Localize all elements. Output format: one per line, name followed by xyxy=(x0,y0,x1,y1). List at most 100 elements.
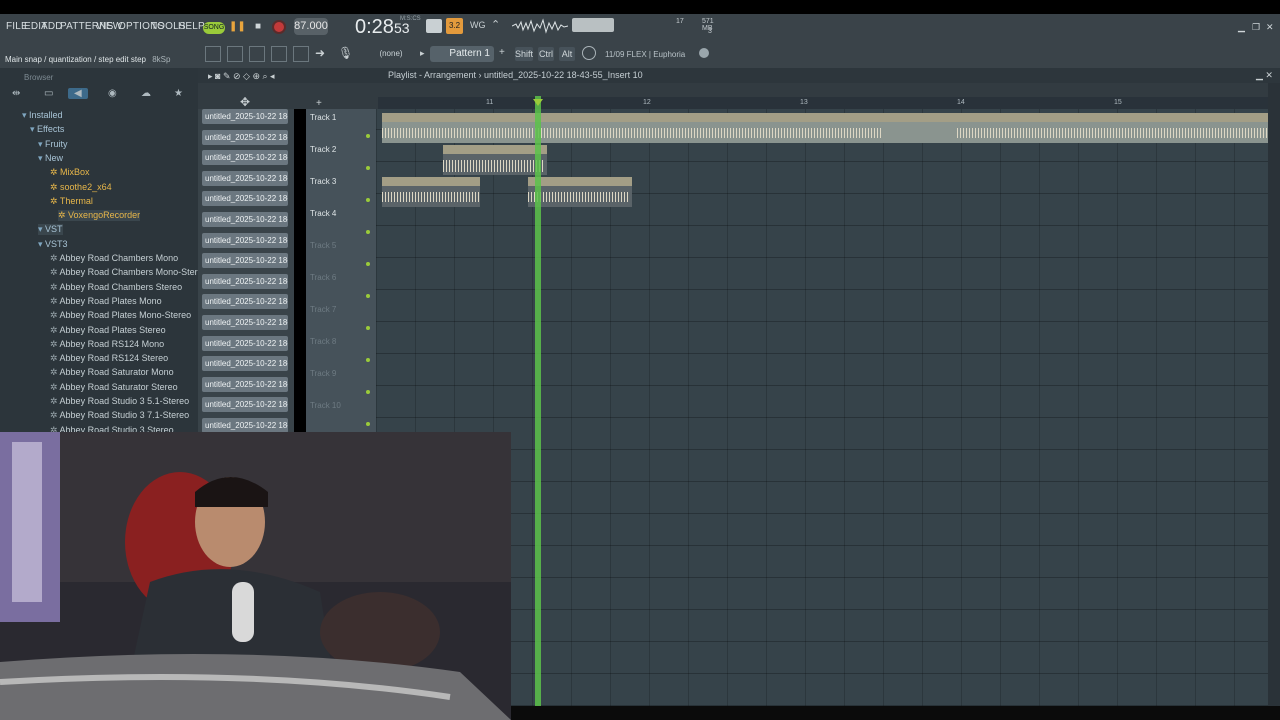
alt-button[interactable]: Alt xyxy=(559,47,575,61)
song-mode-toggle[interactable]: SONG xyxy=(203,22,225,34)
maximize-icon[interactable]: ❐ xyxy=(1252,22,1260,33)
pattern-select[interactable]: Pattern 1 xyxy=(430,46,494,62)
channel-button[interactable]: untitled_2025-10-22 18-... xyxy=(202,315,288,330)
timeline-ruler[interactable] xyxy=(378,97,1268,109)
track-mute-led[interactable] xyxy=(366,422,370,426)
track-mute-led[interactable] xyxy=(366,262,370,266)
master-volume-slider[interactable] xyxy=(572,18,614,32)
channel-button[interactable]: untitled_2025-10-22 18-... xyxy=(202,129,288,145)
tempo-display[interactable]: 87.000 xyxy=(294,18,328,35)
arrow-right-icon[interactable]: ➜ xyxy=(315,46,331,62)
browser-item[interactable]: ✲ Abbey Road Chambers Mono-Stereo xyxy=(50,267,198,278)
playlist-window-icon[interactable] xyxy=(205,46,221,62)
channel-button[interactable]: untitled_2025-10-22 18-... xyxy=(202,212,288,227)
microphone-icon[interactable]: 🎙 xyxy=(338,46,354,62)
browser-item[interactable]: ✲ Thermal xyxy=(50,196,93,207)
move-icon[interactable]: ✥ xyxy=(240,95,250,109)
track-header[interactable]: Track 5 xyxy=(310,241,336,250)
track-header[interactable]: Track 9 xyxy=(310,369,336,378)
channel-button[interactable]: untitled_2025-10-22 18-... xyxy=(202,376,288,392)
channel-button[interactable]: untitled_2025-10-22 18-... xyxy=(202,356,288,372)
browser-item[interactable]: ▾ VST3 xyxy=(38,239,68,250)
vertical-scrollbar[interactable] xyxy=(1268,83,1280,706)
browser-item[interactable]: ✲ Abbey Road RS124 Mono xyxy=(50,339,164,350)
playhead[interactable] xyxy=(535,96,541,710)
track-header[interactable]: Track 4 xyxy=(310,209,336,218)
browser-item[interactable]: ✲ soothe2_x64 xyxy=(50,182,112,193)
record-button[interactable] xyxy=(272,20,286,34)
track-mute-led[interactable] xyxy=(366,358,370,362)
audio-clip[interactable]: Instrumental E Minor 87 bpm xyxy=(382,113,1268,143)
browser-star-icon[interactable]: ★ xyxy=(174,88,183,99)
browser-item[interactable]: ✲ Abbey Road Saturator Stereo xyxy=(50,382,178,393)
browser-item[interactable]: ✲ Abbey Road Saturator Mono xyxy=(50,367,174,378)
track-mute-led[interactable] xyxy=(366,326,370,330)
audio-clip[interactable]: untitled_2025-...55_Insert 10 xyxy=(528,177,632,207)
browser-item[interactable]: ✲ Abbey Road Plates Mono-Stereo xyxy=(50,310,191,321)
browser-clock-icon[interactable]: ◉ xyxy=(108,88,117,99)
browser-item[interactable]: ✲ Abbey Road Plates Mono xyxy=(50,296,162,307)
pattern-prev-icon[interactable]: ▸ xyxy=(420,48,425,59)
sliders-icon[interactable] xyxy=(293,46,309,62)
stop-icon[interactable]: ■ xyxy=(251,20,265,34)
piano-roll-icon[interactable] xyxy=(227,46,243,62)
track-mute-led[interactable] xyxy=(366,294,370,298)
track-header[interactable]: Track 1 xyxy=(310,113,336,122)
browser-item[interactable]: ✲ Abbey Road Chambers Stereo xyxy=(50,282,182,293)
browser-item[interactable]: ▾ VST xyxy=(38,224,63,236)
channel-button[interactable]: untitled_2025-10-22 18-... xyxy=(202,294,288,310)
step-edit-icon[interactable]: 3.2 xyxy=(446,18,463,34)
browser-item[interactable]: ✲ MixBox xyxy=(50,167,90,178)
browser-item[interactable]: ▾ Fruity xyxy=(38,139,68,150)
track-mute-led[interactable] xyxy=(366,166,370,170)
menu-help[interactable]: HELP xyxy=(178,21,205,32)
playhead-marker-icon[interactable] xyxy=(533,99,543,106)
browser-item[interactable]: ✲ Abbey Road Plates Stereo xyxy=(50,325,166,336)
track-header[interactable]: Track 2 xyxy=(310,145,336,154)
browser-item[interactable]: ▾ Installed xyxy=(22,110,63,121)
channel-button[interactable]: untitled_2025-10-22 18-... xyxy=(202,150,288,166)
audio-clip[interactable]: untitled_2025...18_Insert 10 xyxy=(382,177,480,207)
browser-item[interactable]: ✲ Abbey Road Studio 3 Stereo xyxy=(50,425,174,432)
snap-select[interactable]: (none) xyxy=(370,47,412,61)
track-mute-led[interactable] xyxy=(366,390,370,394)
wait-icon[interactable]: WG xyxy=(470,20,486,32)
browser-collapse-icon[interactable]: ⇹ xyxy=(12,88,20,99)
close-icon[interactable]: ✕ xyxy=(1266,22,1274,33)
ctrl-button[interactable]: Ctrl xyxy=(538,47,554,61)
channel-button[interactable]: untitled_2025-10-22 18-... xyxy=(202,397,288,413)
browser-item[interactable]: ✲ Abbey Road Studio 3 7.1-Stereo xyxy=(50,410,189,421)
globe-icon[interactable] xyxy=(699,48,709,58)
browser-cloud-icon[interactable]: ☁ xyxy=(141,88,151,99)
channel-button[interactable]: untitled_2025-10-22 18-... xyxy=(202,232,288,248)
track-mute-led[interactable] xyxy=(366,230,370,234)
add-pattern-icon[interactable]: + xyxy=(499,47,505,58)
browser-files-icon[interactable]: ▭ xyxy=(44,88,53,99)
track-header[interactable]: Track 7 xyxy=(310,305,336,314)
browser-plugins-icon[interactable]: ◀ xyxy=(68,88,88,99)
channel-button[interactable]: untitled_2025-10-22 18-... xyxy=(202,335,288,351)
add-track-icon[interactable]: + xyxy=(316,98,322,109)
typing-keyboard-icon[interactable] xyxy=(426,19,442,33)
channel-button[interactable]: untitled_2025-10-22 18-... xyxy=(202,418,288,433)
minimize-icon[interactable]: ▁ xyxy=(1238,22,1245,33)
browser-item[interactable]: ✲ Abbey Road Studio 3 5.1-Stereo xyxy=(50,396,189,407)
browser-item[interactable]: ▾ Effects xyxy=(30,124,64,135)
pause-icon[interactable]: ❚❚ xyxy=(229,20,246,34)
browser-item[interactable]: ✲ Abbey Road RS124 Stereo xyxy=(50,353,168,364)
channel-button[interactable]: untitled_2025-10-22 18-... xyxy=(202,191,288,207)
track-header[interactable]: Track 8 xyxy=(310,337,336,346)
channel-button[interactable]: untitled_2025-10-22 18-... xyxy=(202,253,288,269)
channel-button[interactable]: untitled_2025-10-22 18-... xyxy=(202,109,288,124)
channel-button[interactable]: untitled_2025-10-22 18-... xyxy=(202,273,288,289)
track-mute-led[interactable] xyxy=(366,198,370,202)
channel-rack-icon[interactable] xyxy=(249,46,265,62)
playlist-tools-icon[interactable]: ▸ ◙ ✎ ⊘ ◇ ⊕ ⌕ ◂ xyxy=(208,71,275,82)
mixer-icon[interactable] xyxy=(271,46,287,62)
browser-item[interactable]: ✲ Abbey Road Chambers Mono xyxy=(50,253,178,264)
audio-clip[interactable]: untitled_2025...0-07_Insert 10 xyxy=(443,145,547,175)
track-header[interactable]: Track 6 xyxy=(310,273,336,282)
plugin-picker-icon[interactable] xyxy=(582,46,596,60)
track-mute-led[interactable] xyxy=(366,134,370,138)
shift-button[interactable]: Shift xyxy=(515,47,533,61)
